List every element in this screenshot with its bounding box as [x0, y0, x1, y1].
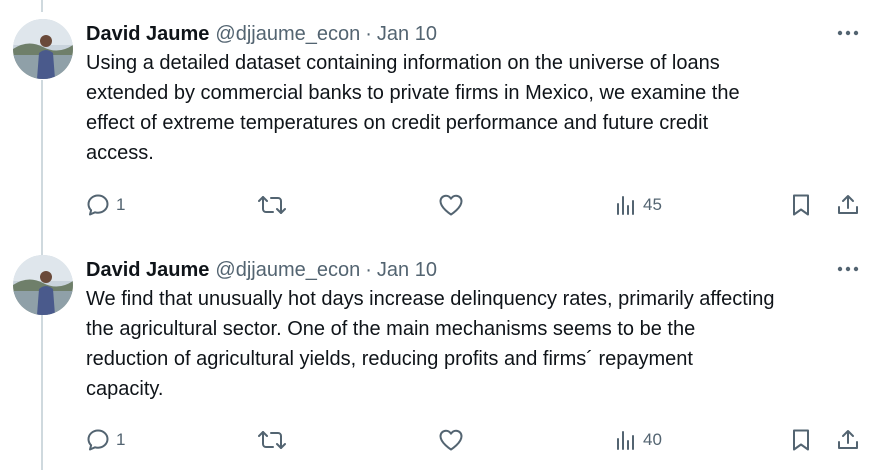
tweet[interactable]: David Jaume @djjaume_econ · Jan 10 We fi… — [0, 255, 877, 470]
tweet-text: We find that unusually hot days increase… — [86, 288, 775, 400]
retweet-button[interactable] — [258, 424, 286, 456]
tweet-date[interactable]: Jan 10 — [377, 23, 437, 46]
author-name[interactable]: David Jaume — [86, 23, 209, 46]
author-handle[interactable]: @djjaume_econ — [215, 259, 360, 282]
reply-button[interactable]: 1 — [86, 189, 125, 221]
reply-icon — [86, 428, 110, 452]
thread-connector-top — [41, 0, 43, 12]
views-button[interactable]: 45 — [615, 189, 662, 221]
views-icon — [615, 193, 637, 217]
like-icon — [438, 428, 464, 452]
share-icon — [836, 193, 860, 217]
share-icon — [836, 428, 860, 452]
author-handle[interactable]: @djjaume_econ — [215, 23, 360, 46]
thread: David Jaume @djjaume_econ · Jan 10 Using… — [0, 0, 877, 470]
avatar[interactable] — [13, 19, 73, 79]
retweet-button[interactable] — [258, 189, 286, 221]
reply-count: 1 — [116, 195, 126, 214]
reply-count: 1 — [116, 430, 126, 449]
views-count: 40 — [643, 430, 662, 449]
separator-dot: · — [365, 258, 372, 281]
retweet-icon — [258, 428, 286, 452]
tweet[interactable]: David Jaume @djjaume_econ · Jan 10 Using… — [0, 19, 877, 239]
share-button[interactable] — [836, 189, 860, 221]
bookmark-icon — [790, 193, 812, 217]
tweet-text: Using a detailed dataset containing info… — [86, 52, 740, 164]
bookmark-button[interactable] — [790, 424, 812, 456]
tweet-date[interactable]: Jan 10 — [377, 259, 437, 282]
retweet-icon — [258, 193, 286, 217]
bookmark-icon — [790, 428, 812, 452]
tweet-actions: 1 40 — [86, 424, 866, 456]
separator-dot: · — [365, 22, 372, 45]
tweet-header: David Jaume @djjaume_econ · Jan 10 — [86, 255, 437, 285]
tweet-actions: 1 45 — [86, 189, 866, 221]
like-button[interactable] — [438, 189, 464, 221]
reply-button[interactable]: 1 — [86, 424, 125, 456]
reply-icon — [86, 193, 110, 217]
tweet-header: David Jaume @djjaume_econ · Jan 10 — [86, 19, 437, 49]
more-icon[interactable] — [833, 23, 863, 43]
like-icon — [438, 193, 464, 217]
avatar[interactable] — [13, 255, 73, 315]
bookmark-button[interactable] — [790, 189, 812, 221]
author-name[interactable]: David Jaume — [86, 259, 209, 282]
like-button[interactable] — [438, 424, 464, 456]
more-icon[interactable] — [833, 259, 863, 279]
share-button[interactable] — [836, 424, 860, 456]
views-button[interactable]: 40 — [615, 424, 662, 456]
views-icon — [615, 428, 637, 452]
views-count: 45 — [643, 195, 662, 214]
